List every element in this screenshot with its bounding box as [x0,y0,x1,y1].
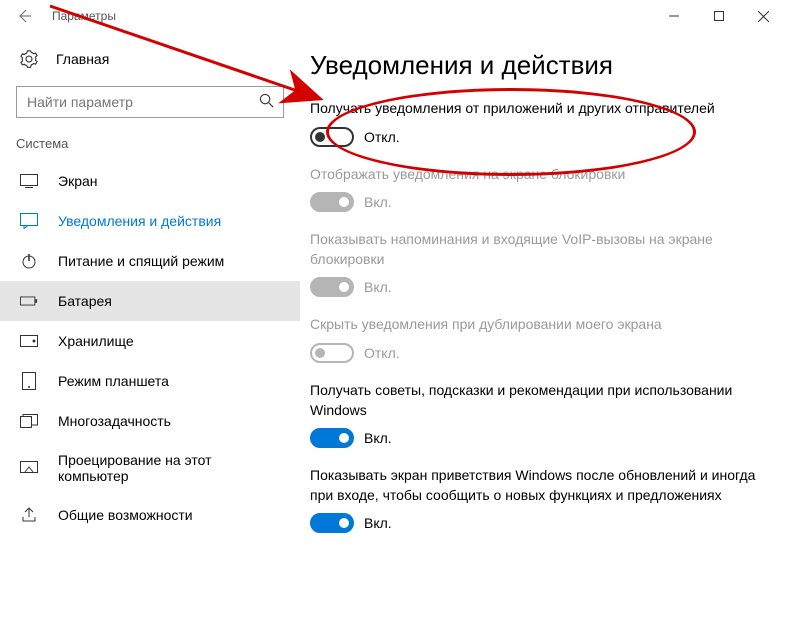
sidebar-item-shared[interactable]: Общие возможности [0,495,300,535]
sidebar-item-notifications[interactable]: Уведомления и действия [0,201,300,241]
toggle-state: Вкл. [364,194,392,210]
close-icon [758,11,769,22]
search-input[interactable] [16,86,284,118]
setting-lockscreen-notifications: Отображать уведомления на экране блокиро… [310,165,774,213]
back-button[interactable] [8,0,40,32]
gear-icon [20,50,38,68]
sidebar: Главная Система Экран Уведомления и дейс… [0,32,300,617]
sidebar-item-label: Экран [58,173,98,189]
setting-label: Показывать напоминания и входящие VoIP-в… [310,230,774,269]
minimize-button[interactable] [651,0,696,32]
toggle-get-notifications[interactable] [310,127,354,147]
sidebar-item-display[interactable]: Экран [0,161,300,201]
sidebar-item-label: Батарея [58,293,112,309]
toggle-tips[interactable] [310,428,354,448]
window-title: Параметры [52,9,116,23]
setting-hide-duplicating: Скрыть уведомления при дублировании моег… [310,315,774,363]
sidebar-home[interactable]: Главная [0,42,300,76]
setting-tips: Получать советы, подсказки и рекомендаци… [310,381,774,448]
sidebar-item-label: Уведомления и действия [58,213,221,229]
sidebar-item-battery[interactable]: Батарея [0,281,300,321]
sidebar-item-power[interactable]: Питание и спящий режим [0,241,300,281]
sidebar-item-label: Проецирование на этот компьютер [58,452,280,484]
toggle-hide-duplicating [310,343,354,363]
content: Уведомления и действия Получать уведомле… [300,32,786,617]
toggle-state: Откл. [364,129,400,145]
setting-label: Получать уведомления от приложений и дру… [310,99,774,119]
window-controls [651,0,786,32]
toggle-voip-reminders [310,277,354,297]
setting-label: Показывать экран приветствия Windows пос… [310,466,774,505]
sidebar-section-label: Система [0,136,300,161]
shared-icon [20,506,38,524]
toggle-state: Вкл. [364,279,392,295]
storage-icon [20,332,38,350]
sidebar-item-tablet[interactable]: Режим планшета [0,361,300,401]
toggle-state: Вкл. [364,515,392,531]
titlebar: Параметры [0,0,786,32]
sidebar-item-storage[interactable]: Хранилище [0,321,300,361]
notifications-icon [20,212,38,230]
setting-label: Отображать уведомления на экране блокиро… [310,165,774,185]
back-icon [16,8,32,24]
sidebar-home-label: Главная [56,51,109,67]
search-wrap [16,86,284,118]
projecting-icon [20,459,38,477]
multitasking-icon [20,412,38,430]
toggle-state: Откл. [364,345,400,361]
sidebar-item-label: Общие возможности [58,507,193,523]
maximize-button[interactable] [696,0,741,32]
sidebar-item-label: Режим планшета [58,373,169,389]
sidebar-item-projecting[interactable]: Проецирование на этот компьютер [0,441,300,495]
search-icon [259,93,274,111]
setting-label: Скрыть уведомления при дублировании моег… [310,315,774,335]
display-icon [20,172,38,190]
close-button[interactable] [741,0,786,32]
setting-get-notifications: Получать уведомления от приложений и дру… [310,99,774,147]
sidebar-item-label: Питание и спящий режим [58,253,224,269]
sidebar-item-label: Хранилище [58,333,134,349]
setting-label: Получать советы, подсказки и рекомендаци… [310,381,774,420]
tablet-icon [20,372,38,390]
maximize-icon [714,11,724,21]
power-icon [20,252,38,270]
setting-voip-reminders: Показывать напоминания и входящие VoIP-в… [310,230,774,297]
setting-welcome: Показывать экран приветствия Windows пос… [310,466,774,533]
toggle-welcome[interactable] [310,513,354,533]
toggle-lockscreen-notifications [310,192,354,212]
sidebar-item-label: Многозадачность [58,413,171,429]
battery-icon [20,292,38,310]
toggle-state: Вкл. [364,430,392,446]
sidebar-item-multitasking[interactable]: Многозадачность [0,401,300,441]
minimize-icon [669,11,679,21]
page-title: Уведомления и действия [310,50,774,81]
